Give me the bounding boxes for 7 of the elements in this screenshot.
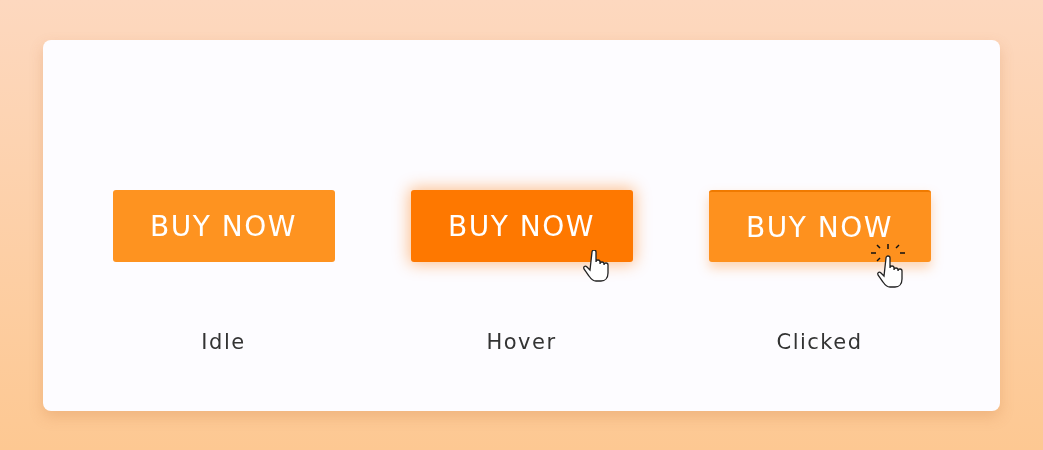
buy-now-button[interactable]: BUY NOW	[112, 190, 335, 262]
buy-now-button[interactable]: BUY NOW	[410, 190, 633, 262]
state-caption: Idle	[201, 330, 246, 354]
state-caption: Hover	[486, 330, 557, 354]
state-caption: Clicked	[776, 330, 863, 354]
buy-now-button[interactable]: BUY NOW	[708, 190, 931, 262]
hand-cursor-icon	[582, 250, 611, 284]
